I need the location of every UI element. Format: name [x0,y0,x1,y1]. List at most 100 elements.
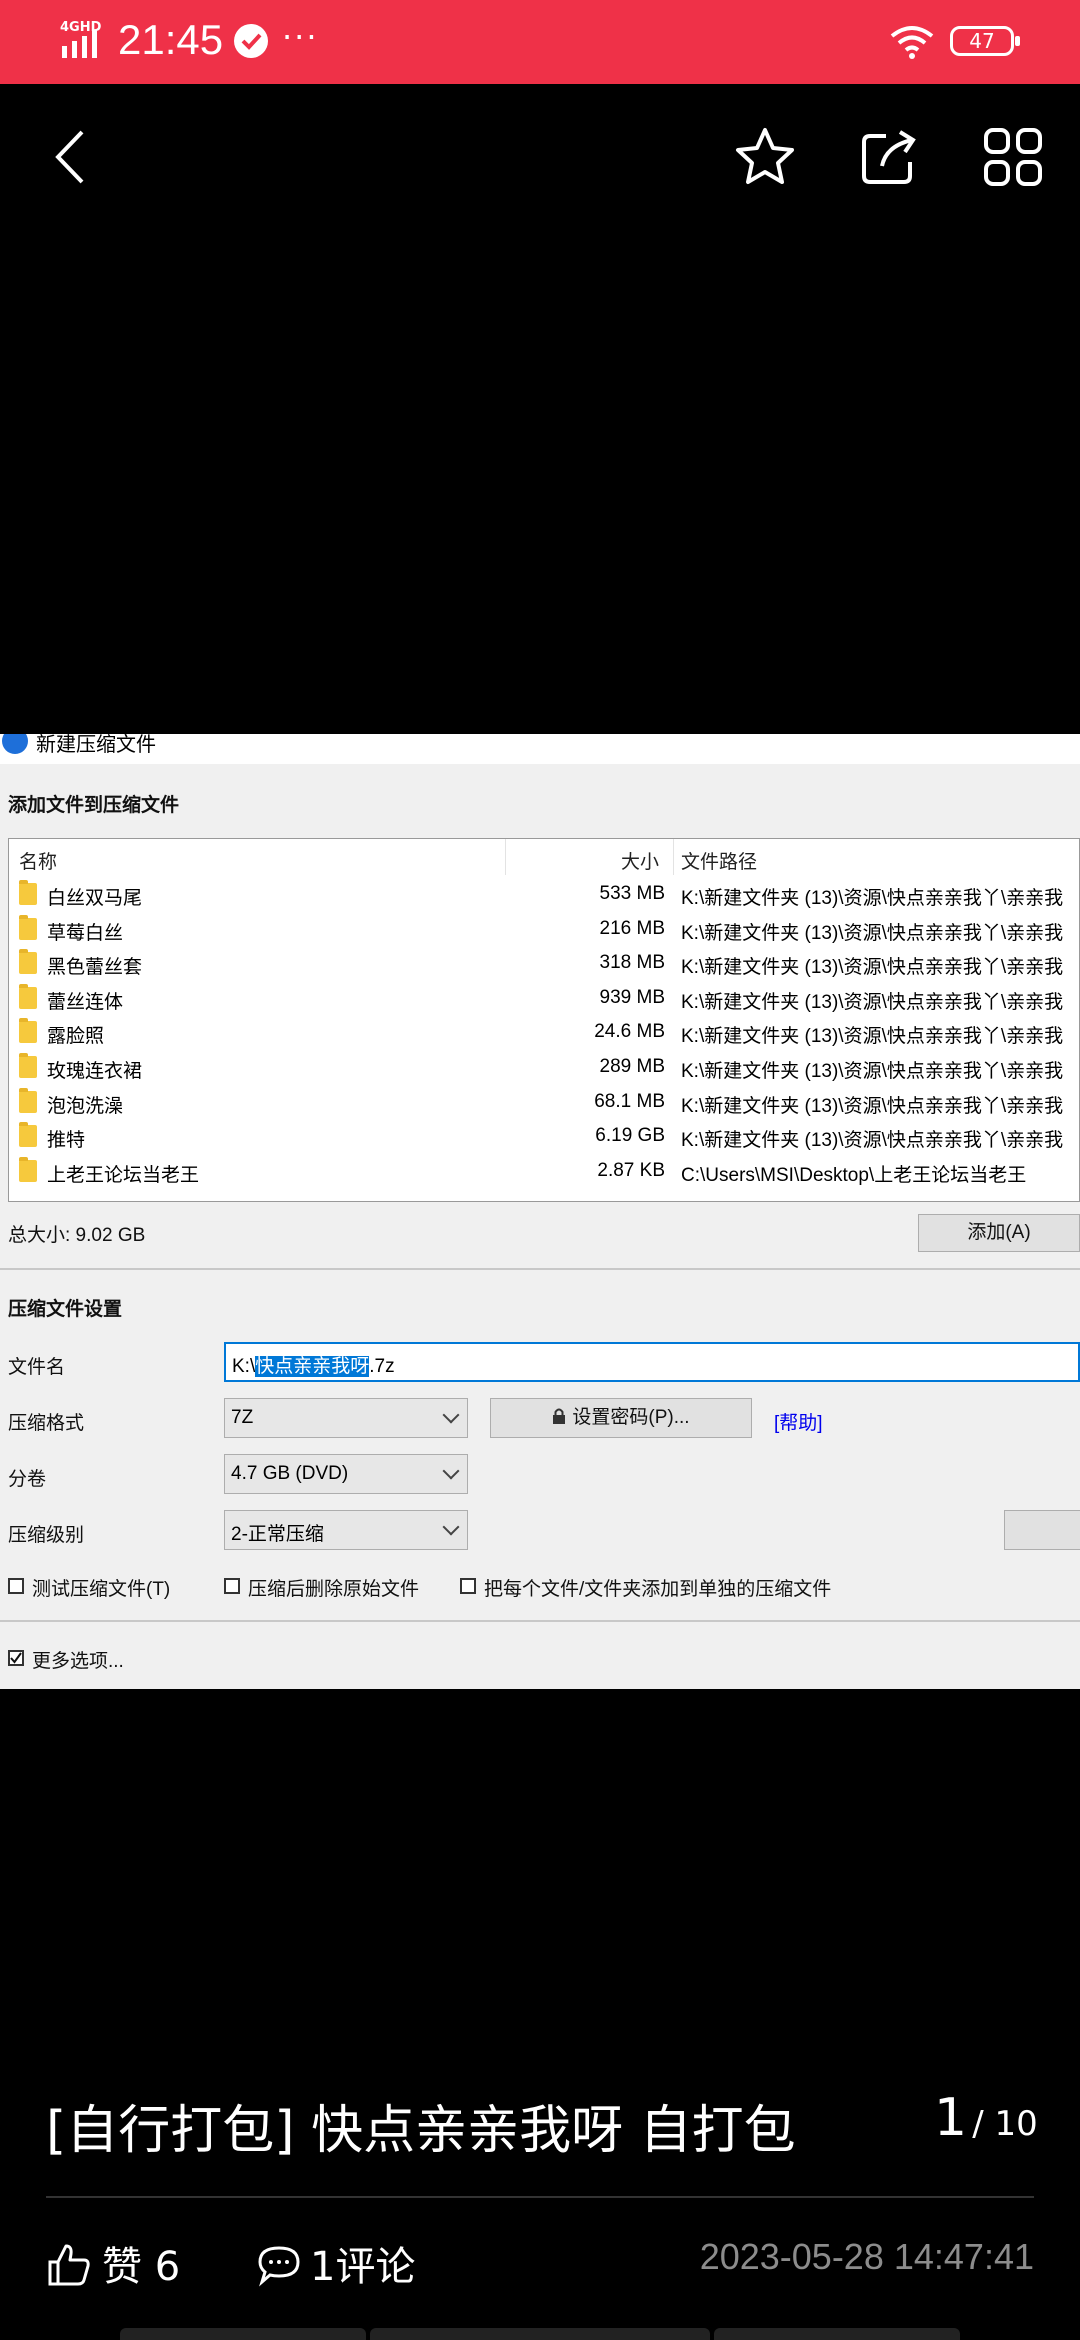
file-path: C:\Users\MSI\Desktop\上老王论坛当老王 [681,1164,1027,1186]
back-icon[interactable] [40,124,106,190]
level-value: 2-正常压缩 [231,1524,324,1545]
thumbs-up-icon [48,2244,90,2286]
column-name[interactable]: 名称 [19,847,57,874]
share-icon[interactable] [856,124,922,190]
set-password-label: 设置密码(P)... [572,1407,690,1428]
file-size: 2.87 KB [597,1159,665,1181]
divider [0,1268,1080,1270]
bottom-tab[interactable] [120,2328,366,2340]
table-row[interactable]: 白丝双马尾 533 MB K:\新建文件夹 (13)\资源\快点亲亲我丫\亲亲我 [9,877,1079,911]
file-size: 289 MB [599,1056,665,1077]
more-options-checkbox[interactable] [8,1650,24,1666]
grid-icon[interactable] [980,124,1046,190]
clock: 21:45 [118,16,224,63]
page-current: 1 [934,2088,968,2148]
delete-after-checkbox[interactable] [224,1578,240,1594]
file-path: K:\新建文件夹 (13)\资源\快点亲亲我丫\亲亲我 [681,888,1064,909]
chevron-down-icon [442,1462,460,1480]
filename-prefix: K:\ [232,1356,256,1377]
table-row[interactable]: 上老王论坛当老王 2.87 KB C:\Users\MSI\Desktop\上老王论… [9,1154,1079,1188]
table-row[interactable]: 玫瑰连衣裙 289 MB K:\新建文件夹 (13)\资源\快点亲亲我丫\亲亲我 [9,1050,1079,1084]
check-icon [234,24,268,58]
file-name: 草莓白丝 [47,922,124,944]
bottom-tab[interactable] [370,2328,710,2340]
settings-title: 压缩文件设置 [8,1299,123,1320]
more-options-label: 更多选项... [32,1651,124,1672]
divider [46,2196,1034,2198]
table-row[interactable]: 蕾丝连体 939 MB K:\新建文件夹 (13)\资源\快点亲亲我丫\亲亲我 [9,981,1079,1015]
file-path: K:\新建文件夹 (13)\资源\快点亲亲我丫\亲亲我 [681,1130,1064,1152]
folder-icon [19,983,37,1009]
like-button[interactable]: 赞 6 [46,2234,180,2292]
comment-button[interactable]: 1评论 [256,2234,415,2292]
post-caption: [自行打包] 快点亲亲我呀 自打包 [46,2101,796,2161]
delete-after-label: 压缩后删除原始文件 [248,1579,420,1600]
file-name: 蕾丝连体 [47,991,124,1013]
folder-icon [19,1122,37,1148]
level-select[interactable]: 2-正常压缩 [224,1510,468,1550]
test-archive-label: 测试压缩文件(T) [32,1579,171,1600]
separate-archives-label: 把每个文件/文件夹添加到单独的压缩文件 [484,1579,832,1600]
folder-icon [19,1156,37,1182]
like-label: 赞 6 [102,2244,181,2290]
set-password-button[interactable]: 设置密码(P)... [490,1398,752,1438]
format-value: 7Z [231,1407,254,1428]
divider [0,1620,1080,1622]
filename-selected: 快点亲亲我呀 [255,1356,370,1377]
file-list-header: 名称 大小 文件路径 [9,839,1079,875]
file-name: 露脸照 [47,1026,105,1048]
folder-icon [19,914,37,940]
file-name: 玫瑰连衣裙 [47,1061,143,1082]
table-row[interactable]: 泡泡洗澡 68.1 MB K:\新建文件夹 (13)\资源\快点亲亲我丫\亲亲我 [9,1085,1079,1119]
bottom-tab[interactable] [714,2328,960,2340]
add-button[interactable]: 添加(A) [918,1214,1080,1252]
file-size: 939 MB [599,986,665,1008]
file-name: 上老王论坛当老王 [47,1164,200,1186]
more-status-icon: ··· [282,18,319,56]
folder-icon [19,949,37,975]
volume-select[interactable]: 4.7 GB (DVD) [224,1454,468,1494]
option-button[interactable] [1004,1510,1080,1550]
total-size: 总大小: 9.02 GB [8,1225,146,1246]
help-link[interactable]: [帮助] [774,1408,823,1435]
signal-icon: 4GHD [60,20,108,60]
file-size: 318 MB [599,952,665,974]
folder-icon [19,1053,37,1078]
file-size: 216 MB [599,917,665,939]
table-row[interactable]: 黑色蕾丝套 318 MB K:\新建文件夹 (13)\资源\快点亲亲我丫\亲亲我 [9,946,1079,980]
volume-label: 分卷 [8,1469,47,1490]
battery-icon: 47 [950,26,1020,56]
table-row[interactable]: 草莓白丝 216 MB K:\新建文件夹 (13)\资源\快点亲亲我丫\亲亲我 [9,912,1079,946]
level-label: 压缩级别 [8,1525,85,1546]
test-archive-checkbox[interactable] [8,1578,24,1594]
column-size[interactable]: 大小 [621,847,659,874]
separate-archives-checkbox[interactable] [460,1578,476,1594]
table-row[interactable]: 推特 6.19 GB K:\新建文件夹 (13)\资源\快点亲亲我丫\亲亲我 [9,1119,1079,1153]
file-list[interactable]: 名称 大小 文件路径 白丝双马尾 533 MB K:\新建文件夹 (13)\资源\快… [8,838,1080,1202]
format-select[interactable]: 7Z [224,1398,468,1438]
archive-dialog-screenshot: 新建压缩文件 添加文件到压缩文件 名称 大小 文件路径 白丝双马尾 533 MB K… [0,734,1080,1689]
column-path[interactable]: 文件路径 [681,847,757,874]
filename-label: 文件名 [8,1357,66,1378]
file-size: 6.19 GB [595,1125,665,1147]
file-path: K:\新建文件夹 (13)\资源\快点亲亲我丫\亲亲我 [681,957,1064,979]
filename-input[interactable]: K:\快点亲亲我呀.7z [224,1342,1080,1382]
folder-icon [19,880,37,905]
file-size: 533 MB [599,883,665,904]
table-row[interactable]: 露脸照 24.6 MB K:\新建文件夹 (13)\资源\快点亲亲我丫\亲亲我 [9,1015,1079,1049]
folder-icon [19,1018,37,1044]
page-indicator: 1 / 10 [934,2088,1038,2148]
chevron-down-icon [442,1406,460,1424]
format-label: 压缩格式 [8,1413,85,1434]
star-icon[interactable] [732,124,798,190]
volume-value: 4.7 GB (DVD) [231,1463,349,1484]
filename-suffix: .7z [369,1356,395,1377]
file-name: 推特 [47,1130,86,1152]
file-size: 24.6 MB [594,1021,665,1043]
wifi-icon [888,22,936,64]
file-path: K:\新建文件夹 (13)\资源\快点亲亲我丫\亲亲我 [681,1061,1064,1082]
file-path: K:\新建文件夹 (13)\资源\快点亲亲我丫\亲亲我 [681,991,1064,1013]
comment-label: 1评论 [310,2244,416,2290]
file-name: 泡泡洗澡 [47,1095,124,1117]
page-total: / 10 [972,2104,1038,2144]
